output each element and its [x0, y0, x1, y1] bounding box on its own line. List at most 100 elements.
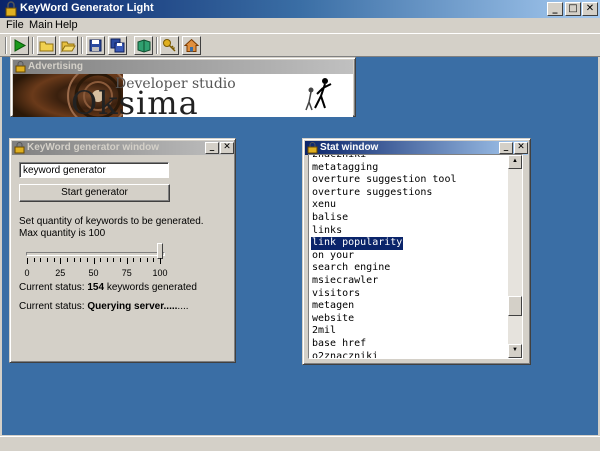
menu-file[interactable]: File	[6, 19, 24, 31]
toolbar-separator	[5, 37, 7, 54]
toolbar-separator	[81, 37, 83, 54]
slider-tick-label: 50	[88, 268, 99, 278]
home-icon	[184, 38, 199, 52]
quantity-slider-track[interactable]	[26, 252, 165, 256]
slider-tick	[80, 258, 82, 262]
stat-list-item[interactable]: on your	[312, 250, 457, 263]
start-generator-button[interactable]: Start generator	[19, 184, 170, 202]
slider-tick-label: 75	[121, 268, 132, 278]
slider-tick	[146, 258, 148, 262]
open-folder-icon	[61, 41, 76, 53]
stat-list-item[interactable]: links	[312, 225, 457, 238]
stat-list-item[interactable]: link popularity	[311, 237, 457, 250]
stat-list-item[interactable]: 2mil	[312, 325, 457, 338]
play-icon	[14, 39, 27, 52]
info-line-1: Set quantity of keywords to be generated…	[19, 216, 204, 227]
stat-list-item[interactable]: msiecrawler	[312, 275, 457, 288]
stat-list-item[interactable]: website	[312, 313, 457, 326]
save-icon	[89, 39, 102, 52]
slider-tick	[27, 258, 28, 264]
new-folder-button[interactable]	[37, 36, 56, 55]
stat-list-items: znaczniki metatagging overture suggestion …	[311, 155, 457, 359]
stat-list-item[interactable]: o2znaczniki	[312, 351, 457, 359]
open-button[interactable]	[59, 36, 78, 55]
lock-icon	[5, 1, 17, 17]
folder-icon	[39, 41, 54, 52]
server-status-value: Querying server.....	[87, 301, 178, 312]
slider-tick	[73, 258, 75, 262]
stat-window: Stat window _ ✕ znaczniki metatagging over…	[302, 138, 531, 365]
menu-bar: File Main Help	[0, 18, 600, 32]
slider-tick	[100, 258, 102, 262]
menu-help[interactable]: Help	[55, 19, 78, 31]
stat-list-item[interactable]: base href	[312, 338, 457, 351]
keyword-generator-title: KeyWord generator window	[27, 142, 160, 153]
save-all-button[interactable]	[108, 36, 127, 55]
stat-list-item[interactable]: znaczniki	[312, 155, 457, 162]
stat-minimize-button[interactable]: _	[499, 142, 513, 154]
advertising-window: Advertising Developer studio Oksima	[10, 57, 356, 117]
ad-brand: Oksima	[71, 84, 199, 117]
stat-list-item[interactable]: balise	[312, 212, 457, 225]
close-button[interactable]: ✕	[582, 2, 598, 16]
slider-tick	[153, 258, 155, 262]
slider-tick	[53, 258, 55, 262]
app-title: KeyWord Generator Light	[20, 2, 154, 14]
info-line-2: Max quantity is 100	[19, 228, 106, 239]
scroll-down-button[interactable]: ▼	[508, 344, 522, 358]
toolbar-separator	[32, 37, 34, 54]
stat-close-button[interactable]: ✕	[514, 142, 528, 154]
slider-tick	[93, 258, 95, 264]
minimize-button[interactable]: _	[547, 2, 563, 16]
stat-title: Stat window	[320, 142, 379, 153]
key-button[interactable]	[160, 36, 179, 55]
toolbar	[0, 33, 600, 57]
slider-tick	[120, 258, 122, 262]
stat-list-item[interactable]: overture suggestions	[312, 187, 457, 200]
slider-tick-label: 100	[152, 268, 168, 278]
slider-tick	[66, 258, 68, 262]
selected-item-highlight: link popularity	[311, 237, 404, 250]
slider-tick	[106, 258, 108, 262]
stat-list[interactable]: znaczniki metatagging overture suggestion …	[308, 154, 523, 359]
save-button[interactable]	[86, 36, 105, 55]
slider-tick-label: 25	[55, 268, 66, 278]
figure-logo-icon	[305, 78, 332, 111]
slider-tick	[46, 258, 48, 262]
status-bar	[0, 436, 600, 451]
advertising-title-bar: Advertising	[13, 60, 353, 74]
status-generated: Current status: 154 keywords generated	[19, 282, 197, 293]
advertising-title: Advertising	[28, 61, 84, 72]
book-button[interactable]	[134, 36, 153, 55]
stat-list-item[interactable]: visitors	[312, 288, 457, 301]
maximize-button[interactable]: □	[565, 2, 581, 16]
slider-tick	[86, 258, 88, 262]
scroll-thumb[interactable]	[508, 296, 522, 316]
stat-scrollbar[interactable]: ▲ ▼	[508, 155, 522, 358]
stat-list-item[interactable]: search engine	[312, 262, 457, 275]
stat-list-item[interactable]: overture suggestion tool	[312, 174, 457, 187]
keyword-input[interactable]: keyword generator	[19, 162, 169, 178]
status-label: Current status:	[19, 301, 85, 312]
menu-main[interactable]: Main	[29, 19, 53, 31]
kw-close-button[interactable]: ✕	[220, 142, 234, 154]
status-server: Current status: Querying server.........	[19, 301, 189, 312]
slider-tick	[140, 258, 142, 262]
stat-list-item[interactable]: xenu	[312, 199, 457, 212]
run-button[interactable]	[10, 36, 29, 55]
generated-count: 154	[87, 282, 105, 293]
slider-tick	[60, 258, 62, 264]
stat-list-item[interactable]: metagen	[312, 300, 457, 313]
advertising-banner[interactable]: Developer studio Oksima	[13, 74, 353, 117]
slider-tick	[160, 258, 161, 264]
stat-list-item[interactable]: metatagging	[312, 162, 457, 175]
mdi-workspace: Advertising Developer studio Oksima KeyW…	[2, 57, 598, 435]
status-label: Current status:	[19, 282, 85, 293]
lock-icon	[307, 142, 318, 154]
kw-minimize-button[interactable]: _	[205, 142, 219, 154]
scroll-up-button[interactable]: ▲	[508, 155, 522, 169]
quantity-slider-thumb[interactable]	[157, 243, 163, 259]
home-button[interactable]	[182, 36, 201, 55]
keyword-generator-window: KeyWord generator window _ ✕ keyword gen…	[9, 138, 236, 363]
slider-tick	[126, 258, 128, 264]
